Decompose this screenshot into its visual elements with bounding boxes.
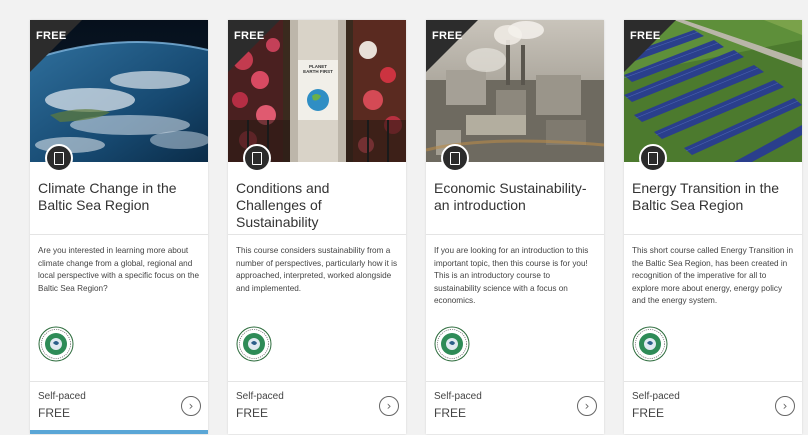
course-description: Are you interested in learning more abou… <box>38 246 200 293</box>
card-footer: Self-paced FREE › <box>30 381 208 430</box>
chevron-right-icon[interactable]: › <box>577 396 597 416</box>
chevron-right-icon[interactable]: › <box>379 396 399 416</box>
pace-label: Self-paced <box>38 391 86 402</box>
course-image-industry[interactable]: FREE <box>426 20 604 162</box>
course-card-climate-change[interactable]: FREE Climate Change in the Baltic Sea Re… <box>30 20 208 434</box>
price-label: FREE <box>632 406 665 420</box>
free-ribbon <box>624 20 676 72</box>
course-card-energy-transition[interactable]: FREE Energy Transition in the Baltic Sea… <box>624 20 802 434</box>
free-badge: FREE <box>234 30 265 42</box>
pace-label: Self-paced <box>632 391 680 402</box>
price-label: FREE <box>236 406 269 420</box>
free-badge: FREE <box>630 30 661 42</box>
baltic-university-logo <box>631 325 669 368</box>
course-description: This course considers sustainability fro… <box>236 246 398 293</box>
course-card-sustainability-conditions[interactable]: PLANET EARTH FIRST FREE Conditions and C… <box>228 20 406 434</box>
baltic-university-logo <box>37 325 75 368</box>
course-description: If you are looking for an introduction t… <box>434 246 589 305</box>
price-label: FREE <box>38 406 71 420</box>
course-image-earth[interactable]: FREE <box>30 20 208 162</box>
poster-text: PLANET EARTH FIRST <box>303 64 333 74</box>
course-image-solar-panels[interactable]: FREE <box>624 20 802 162</box>
course-description: This short course called Energy Transiti… <box>632 246 794 305</box>
price-label: FREE <box>434 406 467 420</box>
free-ribbon <box>426 20 478 72</box>
book-icon <box>45 144 73 172</box>
free-badge: FREE <box>36 30 67 42</box>
book-icon <box>639 144 667 172</box>
course-grid: FREE Climate Change in the Baltic Sea Re… <box>0 0 808 435</box>
chevron-right-icon[interactable]: › <box>181 396 201 416</box>
free-ribbon <box>30 20 82 72</box>
book-icon <box>243 144 271 172</box>
free-badge: FREE <box>432 30 463 42</box>
free-ribbon <box>228 20 280 72</box>
baltic-university-logo <box>235 325 273 368</box>
course-image-planet-earth-first[interactable]: PLANET EARTH FIRST FREE <box>228 20 406 162</box>
card-footer: Self-paced FREE › <box>426 381 604 431</box>
pace-label: Self-paced <box>434 391 482 402</box>
book-icon <box>441 144 469 172</box>
pace-label: Self-paced <box>236 391 284 402</box>
card-footer: Self-paced FREE › <box>624 381 802 431</box>
baltic-university-logo <box>433 325 471 368</box>
card-footer: Self-paced FREE › <box>228 381 406 431</box>
chevron-right-icon[interactable]: › <box>775 396 795 416</box>
course-card-economic-sustainability[interactable]: FREE Economic Sustainability- an introdu… <box>426 20 604 434</box>
